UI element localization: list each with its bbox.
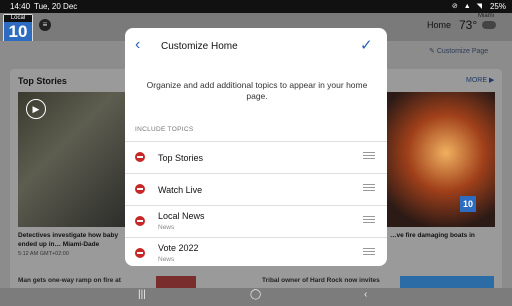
customize-page-link[interactable]: ✎ Customize Page: [429, 47, 488, 55]
menu-icon[interactable]: ≡: [39, 19, 51, 31]
cloud-icon: [482, 21, 496, 29]
drag-handle-icon[interactable]: [363, 216, 375, 226]
topic-row[interactable]: Local News News: [125, 205, 387, 237]
drag-handle-icon[interactable]: [363, 152, 375, 162]
customize-page-label: Customize Page: [436, 48, 489, 55]
topic-category: News: [158, 224, 175, 231]
story-thumbnail[interactable]: [400, 276, 494, 288]
station-badge: 10: [460, 196, 476, 212]
home-icon[interactable]: ◯: [250, 289, 261, 300]
customize-home-dialog: ‹ Customize Home ✓ Organize and add addi…: [125, 28, 387, 266]
story-thumbnail[interactable]: [156, 276, 196, 288]
dialog-header: ‹ Customize Home ✓: [125, 28, 387, 66]
status-date: Tue, 20 Dec: [34, 2, 78, 11]
temperature[interactable]: 73°: [459, 18, 477, 32]
battery-level: 25%: [489, 2, 506, 11]
remove-icon[interactable]: [135, 248, 145, 258]
status-time: 14:40: [10, 2, 31, 11]
story-headline[interactable]: Detectives investigate how baby ended up…: [18, 231, 133, 249]
remove-icon[interactable]: [135, 216, 145, 226]
logo-local-text: Local: [4, 15, 32, 22]
logo-number: 10: [8, 22, 28, 41]
topic-category: News: [158, 256, 175, 263]
story-headline[interactable]: Man gets one-way ramp on fire at: [18, 277, 121, 284]
dialog-description: Organize and add additional topics to ap…: [146, 80, 368, 101]
more-label: MORE: [466, 77, 487, 84]
system-nav-bar: ||| ◯ ‹: [0, 288, 512, 306]
story-headline[interactable]: …ve fire damaging boats in: [390, 231, 500, 240]
home-link[interactable]: Home: [427, 20, 451, 30]
story-time: 5:12 AM GMT+02:00: [18, 251, 69, 257]
topic-label: Local News: [158, 211, 205, 221]
topic-row[interactable]: Top Stories: [125, 141, 387, 173]
topic-label: Watch Live: [158, 185, 203, 195]
play-icon[interactable]: ▶: [26, 99, 46, 119]
topic-row[interactable]: Vote 2022 News: [125, 237, 387, 266]
dialog-title: Customize Home: [161, 41, 238, 52]
recents-icon[interactable]: |||: [138, 289, 146, 300]
status-icons: ⊘ ▲ ◥: [451, 3, 484, 10]
section-title: Top Stories: [18, 76, 67, 86]
drag-handle-icon[interactable]: [363, 248, 375, 258]
back-arrow-icon[interactable]: ‹: [135, 36, 140, 54]
confirm-check-icon[interactable]: ✓: [360, 36, 373, 54]
topic-row[interactable]: Watch Live: [125, 173, 387, 205]
more-link[interactable]: MORE ▶: [466, 76, 494, 84]
topic-label: Vote 2022: [158, 243, 199, 253]
remove-icon[interactable]: [135, 184, 145, 194]
city-name: Miami: [478, 13, 494, 19]
story-image[interactable]: [386, 92, 495, 227]
remove-icon[interactable]: [135, 152, 145, 162]
topic-label: Top Stories: [158, 153, 204, 163]
drag-handle-icon[interactable]: [363, 184, 375, 194]
back-nav-icon[interactable]: ‹: [364, 289, 367, 300]
story-headline[interactable]: Tribal owner of Hard Rock now invites: [262, 277, 380, 284]
status-bar: 14:40 Tue, 20 Dec ⊘ ▲ ◥ 25%: [0, 0, 512, 13]
include-topics-label: INCLUDE TOPICS: [135, 126, 194, 133]
